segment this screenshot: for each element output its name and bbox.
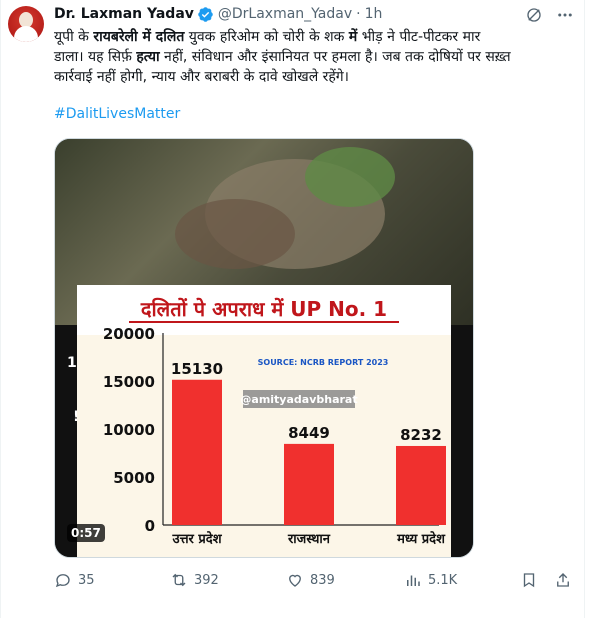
bar-chart: दलितों पे अपराध में UP No. 1 SOURCE: NCR… (77, 285, 451, 547)
reply-button[interactable]: 35 (54, 570, 95, 590)
verified-badge-icon (198, 6, 213, 22)
separator-dot: · (356, 6, 361, 22)
tweet-text: यूपी के रायबरेली में दलित युवक हरिओम को … (54, 27, 574, 87)
tweet-actions: 35 392 839 5.1K (54, 570, 574, 590)
tweet-line-3: कार्रवाई नहीं होगी, न्याय और बराबरी के द… (54, 69, 349, 85)
photo-shape (305, 147, 395, 207)
photo-shape (175, 199, 295, 269)
grok-icon[interactable] (525, 6, 543, 24)
tweet-header: Dr. Laxman Yadav @DrLaxman_Yadav · 1h (54, 4, 382, 24)
author-name[interactable]: Dr. Laxman Yadav (54, 6, 194, 22)
like-button[interactable]: 839 (286, 570, 335, 590)
chart-bar (396, 445, 446, 525)
bookmark-button[interactable] (520, 570, 544, 590)
chart-source: SOURCE: NCRB REPORT 2023 (258, 358, 389, 367)
views-count: 5.1K (428, 572, 458, 588)
bar-value-label: 8232 (400, 426, 442, 444)
y-tick-label: 10000 (103, 421, 155, 439)
video-media[interactable]: 1( ! दलितों पे अपराध में UP No. 1 SOURCE… (54, 138, 474, 558)
chart-bar (172, 379, 222, 525)
views-button[interactable]: 5.1K (404, 570, 457, 590)
chart-watermark: @amityadavbharat (240, 393, 357, 406)
y-tick-label: 15000 (103, 373, 155, 391)
bar-value-label: 15130 (171, 360, 223, 378)
x-tick-label: राजस्थान (287, 532, 331, 547)
left-divider (0, 0, 1, 618)
chart-card: दलितों पे अपराध में UP No. 1 SOURCE: NCR… (77, 285, 451, 557)
avatar[interactable] (8, 6, 44, 42)
repost-button[interactable]: 392 (170, 570, 219, 590)
tweet-time[interactable]: 1h (365, 6, 383, 22)
video-duration: 0:57 (67, 524, 105, 542)
avatar-body (14, 26, 38, 42)
author-handle[interactable]: @DrLaxman_Yadav (218, 6, 352, 22)
reply-icon (55, 574, 70, 588)
hashtag-link[interactable]: #DalitLivesMatter (54, 106, 180, 122)
right-divider (584, 0, 585, 618)
views-icon (407, 575, 420, 586)
x-tick-label: मध्य प्रदेश (396, 531, 446, 547)
bookmark-icon (523, 573, 535, 588)
y-tick-label: 0 (145, 517, 155, 535)
x-tick-label: उत्तर प्रदेश (171, 531, 222, 547)
repost-count: 392 (194, 572, 219, 588)
heart-icon (289, 574, 301, 587)
chart-title: दलितों पे अपराध में UP No. 1 (140, 297, 387, 321)
tweet-line-1: यूपी के रायबरेली में दलित युवक हरिओम को … (54, 29, 481, 45)
like-count: 839 (310, 572, 335, 588)
tweet-line-2: डाला। यह सिर्फ़ हत्या नहीं, संविधान और इ… (54, 49, 511, 65)
bar-value-label: 8449 (288, 424, 330, 442)
more-options-icon[interactable] (556, 6, 574, 24)
repost-icon (172, 573, 186, 587)
share-button[interactable] (554, 570, 578, 590)
share-icon (557, 573, 569, 587)
chart-bar (284, 443, 334, 525)
y-tick-label: 20000 (103, 325, 155, 343)
reply-count: 35 (78, 572, 95, 588)
y-tick-label: 5000 (113, 469, 155, 487)
